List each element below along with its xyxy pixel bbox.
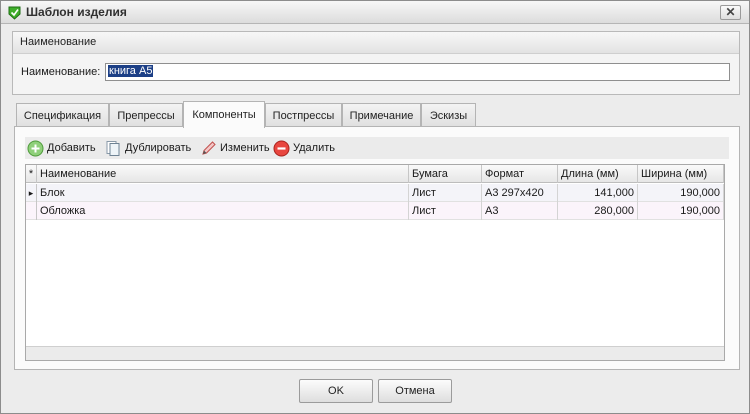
duplicate-label: Дублировать: [125, 142, 192, 154]
copy-document-icon: [106, 141, 120, 156]
cell-length: 141,000: [558, 184, 638, 202]
minus-circle-icon: [273, 140, 290, 157]
cancel-button[interactable]: Отмена: [378, 379, 452, 403]
cell-paper: Лист: [409, 202, 482, 220]
add-label: Добавить: [47, 142, 96, 154]
duplicate-button[interactable]: Дублировать: [105, 139, 191, 157]
cell-width: 190,000: [638, 184, 724, 202]
cell-length: 280,000: [558, 202, 638, 220]
cell-name: Блок: [37, 184, 409, 202]
tab-label: Компоненты: [192, 109, 256, 121]
column-header-length[interactable]: Длина (мм): [558, 165, 638, 183]
delete-button[interactable]: Удалить: [273, 139, 335, 157]
name-input[interactable]: книга А5: [105, 63, 730, 81]
cell-name: Обложка: [37, 202, 409, 220]
delete-label: Удалить: [293, 142, 335, 154]
table-row[interactable]: Обложка Лист А3 280,000 190,000: [26, 202, 724, 220]
tab-label: Спецификация: [23, 110, 102, 122]
name-input-value: книга А5: [108, 65, 154, 77]
cell-format: А3 297х420: [482, 184, 558, 202]
tab-label: Постпрессы: [272, 110, 335, 122]
components-toolbar: Добавить Дублировать Изменить Удалить: [25, 137, 729, 159]
grid-footer: [26, 346, 724, 360]
cell-paper: Лист: [409, 184, 482, 202]
column-header-name[interactable]: Наименование: [37, 165, 409, 183]
name-group: Наименование Наименование: книга А5: [12, 31, 740, 95]
column-header-format[interactable]: Формат: [482, 165, 558, 183]
plus-circle-icon: [27, 140, 44, 157]
tab-notes[interactable]: Примечание: [342, 103, 421, 127]
tab-sketches[interactable]: Эскизы: [421, 103, 476, 127]
row-indicator-icon: ▸: [26, 184, 37, 202]
name-group-header: Наименование: [13, 32, 739, 54]
title-bar[interactable]: Шаблон изделия ✕: [1, 1, 749, 24]
tab-specification[interactable]: Спецификация: [16, 103, 109, 127]
tab-label: Эскизы: [429, 110, 468, 122]
ok-button[interactable]: OK: [299, 379, 373, 403]
grid-header-row: * Наименование Бумага Формат Длина (мм) …: [26, 165, 724, 183]
edit-button[interactable]: Изменить: [200, 139, 270, 157]
column-header-paper[interactable]: Бумага: [409, 165, 482, 183]
row-indicator: [26, 202, 37, 220]
app-icon: [8, 6, 21, 20]
tab-postpress[interactable]: Постпрессы: [265, 103, 342, 127]
cell-format: А3: [482, 202, 558, 220]
edit-label: Изменить: [220, 142, 270, 154]
close-icon: ✕: [725, 5, 736, 19]
dialog-window: Шаблон изделия ✕ Наименование Наименован…: [0, 0, 750, 414]
grid-empty-area: [26, 221, 724, 348]
close-button[interactable]: ✕: [720, 5, 741, 20]
components-grid: * Наименование Бумага Формат Длина (мм) …: [25, 164, 725, 361]
tab-label: Препрессы: [117, 110, 175, 122]
window-title: Шаблон изделия: [26, 5, 127, 19]
add-button[interactable]: Добавить: [27, 139, 96, 157]
pencil-icon: [202, 141, 216, 155]
table-row[interactable]: ▸ Блок Лист А3 297х420 141,000 190,000: [26, 184, 724, 202]
column-header-width[interactable]: Ширина (мм): [638, 165, 724, 183]
tab-prepress[interactable]: Препрессы: [109, 103, 183, 127]
tab-label: Примечание: [349, 110, 414, 122]
tab-components[interactable]: Компоненты: [183, 101, 265, 128]
name-label: Наименование:: [21, 66, 101, 78]
grid-header-indicator: *: [26, 165, 37, 183]
components-panel: Добавить Дублировать Изменить Удалить * …: [14, 126, 740, 370]
cell-width: 190,000: [638, 202, 724, 220]
